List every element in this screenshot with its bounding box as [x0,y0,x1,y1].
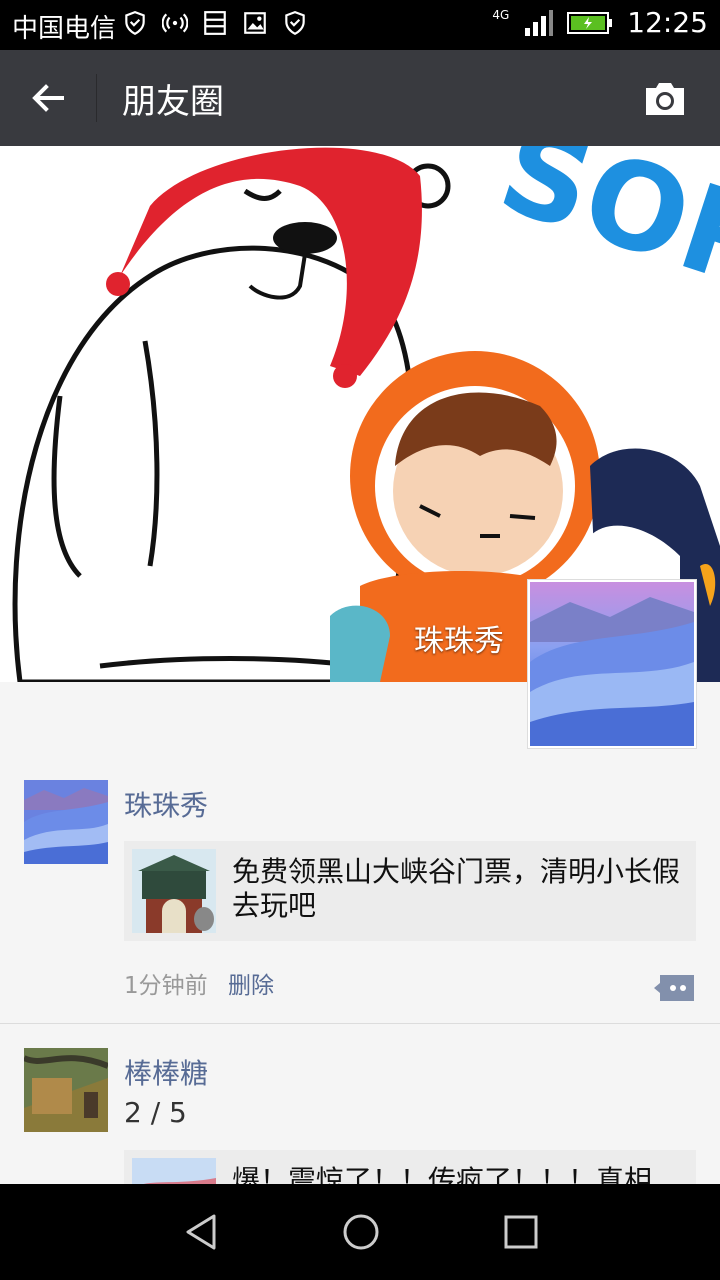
avatar[interactable] [24,1048,108,1132]
camera-icon[interactable] [642,80,688,118]
status-bar: 中国电信 4G 12:25 [0,0,720,50]
feed-post: 珠珠秀 免费领黑山大峡谷门票，清明小长假去玩吧 1分钟前 删除 [0,780,720,1024]
comment-icon[interactable] [652,973,696,1003]
status-icons-right: 4G 12:25 [492,6,708,39]
shield-check-icon [285,11,305,36]
post-timestamp: 1分钟前 [124,973,208,999]
link-title: 免费领黑山大峡谷门票，清明小长假去玩吧 [232,855,681,922]
post-author[interactable]: 珠珠秀 [124,784,208,824]
image-icon [244,12,266,34]
carrier-label: 中国电信 [12,14,117,44]
delete-link[interactable]: 删除 [228,966,274,1000]
link-thumbnail [132,1158,216,1184]
page-title: 朋友圈 [122,82,224,122]
post-author[interactable]: 棒棒糖 [124,1052,208,1092]
network-type: 4G [492,7,510,22]
back-triangle-icon[interactable] [182,1212,222,1252]
avatar[interactable] [24,780,108,864]
post-divider [0,1023,720,1024]
signal-icon [525,9,554,36]
storage-icon [204,11,226,35]
hotspot-icon [162,13,188,33]
battery-icon [567,11,613,34]
feed-post: 棒棒糖 2 / 5 爆！震惊了！！传疯了！！！真相 [0,1048,720,1184]
recents-square-icon[interactable] [501,1212,541,1252]
home-circle-icon[interactable] [341,1212,381,1252]
system-nav-bar [0,1184,720,1280]
cover-username: 珠珠秀 [414,624,504,659]
link-title: 爆！震惊了！！传疯了！！！真相 [232,1164,653,1184]
post-subtext: 2 / 5 [124,1096,187,1129]
app-bar-divider [96,74,97,122]
app-bar: 朋友圈 [0,50,720,146]
clock: 12:25 [627,6,708,39]
shared-link-card[interactable]: 爆！震惊了！！传疯了！！！真相 [124,1150,696,1184]
shared-link-card[interactable]: 免费领黑山大峡谷门票，清明小长假去玩吧 [124,841,696,941]
profile-avatar[interactable] [528,580,696,748]
back-arrow-icon[interactable] [26,76,70,120]
shield-icon [125,11,145,36]
status-icons-left [122,10,308,36]
link-thumbnail [132,849,216,933]
